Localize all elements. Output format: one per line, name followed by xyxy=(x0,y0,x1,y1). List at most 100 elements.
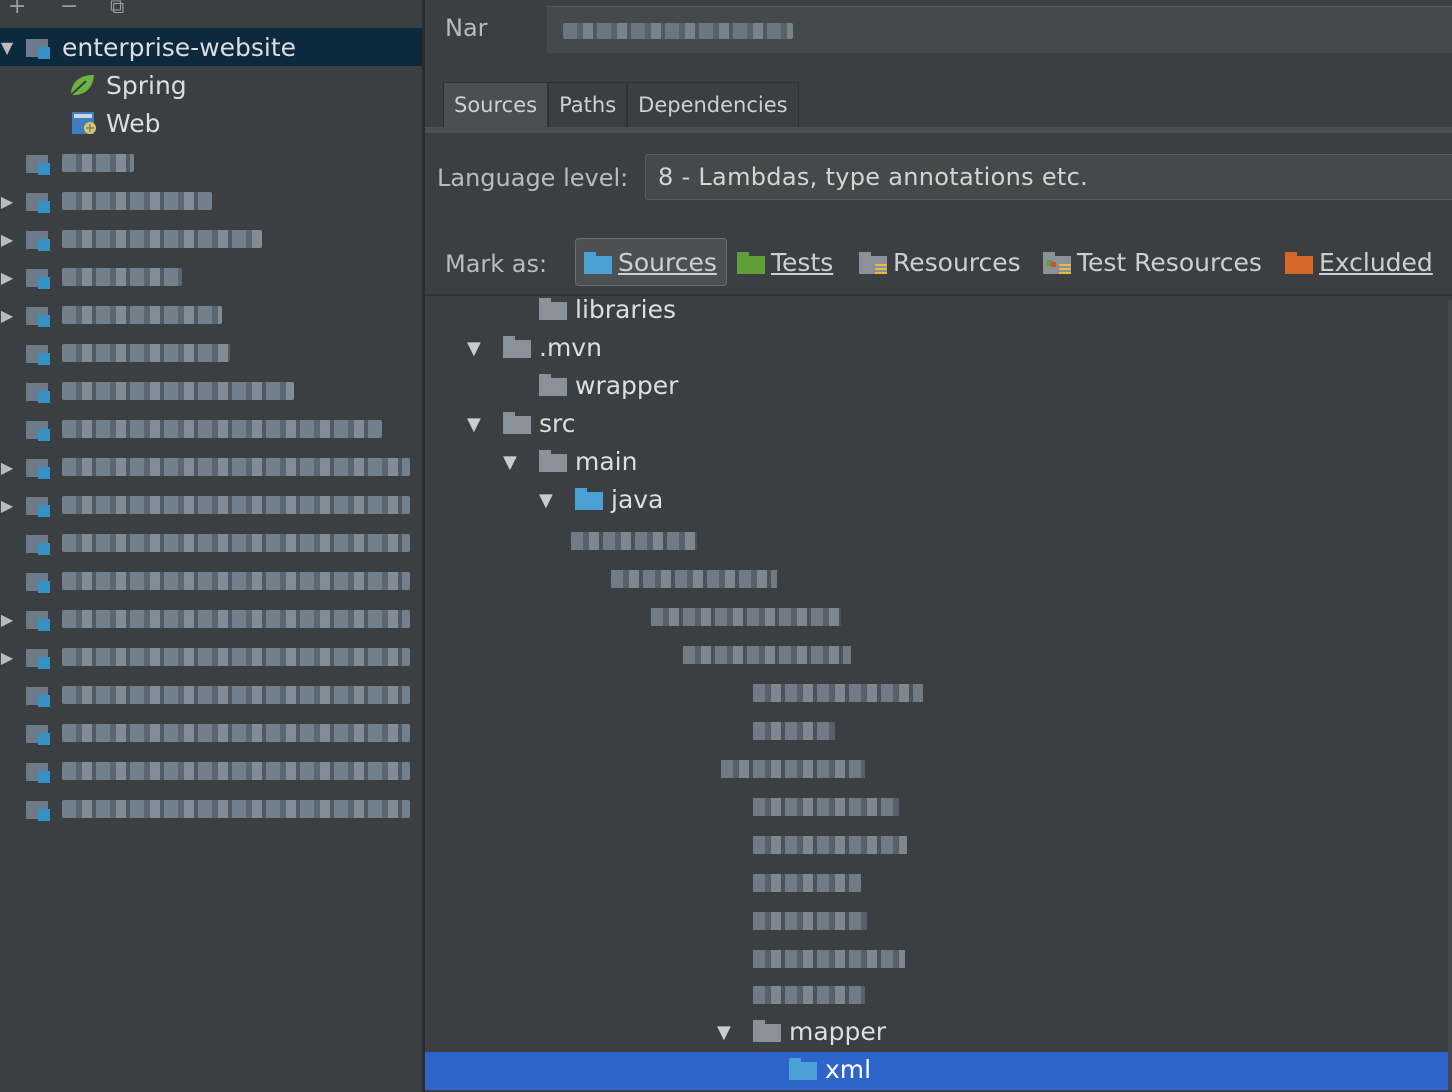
redacted-module-name xyxy=(62,648,410,666)
redacted-package xyxy=(753,874,861,892)
tab-paths[interactable]: Paths xyxy=(548,82,628,128)
mark-test-resources-label: Test Resources xyxy=(1077,247,1262,277)
copy-icon[interactable]: ⧉ xyxy=(110,0,124,18)
tree-row-src[interactable]: ▼ src xyxy=(425,406,1452,444)
facet-row-web[interactable]: Web xyxy=(0,104,422,142)
redacted-package xyxy=(753,836,907,854)
redacted-module-name xyxy=(62,154,134,172)
expand-arrow-icon[interactable]: ▼ xyxy=(467,414,481,435)
expand-arrow-icon[interactable]: ▼ xyxy=(467,338,481,359)
tree-row-java[interactable]: ▼ java xyxy=(425,482,1452,520)
expand-arrow-icon[interactable]: ▶ xyxy=(0,268,22,287)
test-resources-folder-icon xyxy=(1043,251,1071,274)
module-row-redacted[interactable]: ▶ xyxy=(0,600,422,638)
module-icon xyxy=(26,379,52,403)
expand-arrow-icon[interactable]: ▶ xyxy=(0,610,22,629)
module-row-redacted[interactable]: ▶ xyxy=(0,296,422,334)
mark-excluded-button[interactable]: Excluded xyxy=(1285,238,1433,286)
expand-arrow-icon[interactable]: ▶ xyxy=(0,306,22,325)
expand-arrow-icon[interactable]: ▼ xyxy=(717,1022,731,1043)
tab-sources[interactable]: Sources xyxy=(443,82,549,128)
redacted-module-name xyxy=(62,724,410,742)
web-facet-icon xyxy=(70,110,98,136)
redacted-module-name xyxy=(62,230,262,248)
tree-label: wrapper xyxy=(575,371,679,400)
expand-arrow-icon[interactable]: ▶ xyxy=(0,458,22,477)
module-row-redacted[interactable] xyxy=(0,790,422,828)
mark-tests-label: Tests xyxy=(771,247,834,277)
facet-row-spring[interactable]: Spring xyxy=(0,66,422,104)
mark-resources-button[interactable]: Resources xyxy=(859,238,1021,286)
redacted-package xyxy=(721,760,865,778)
tree-label: src xyxy=(539,409,576,438)
mark-sources-label: Sources xyxy=(618,247,717,277)
expand-arrow-icon[interactable]: ▼ xyxy=(539,490,553,511)
folder-icon xyxy=(503,412,531,434)
module-row-redacted[interactable] xyxy=(0,562,422,600)
name-label: Nar xyxy=(445,14,488,42)
tree-row-mapper[interactable]: ▼ mapper xyxy=(425,1014,1452,1052)
module-row-redacted[interactable]: ▶ xyxy=(0,258,422,296)
redacted-module-name xyxy=(62,268,182,286)
module-row-redacted[interactable] xyxy=(0,334,422,372)
expand-arrow-icon[interactable]: ▼ xyxy=(0,38,22,57)
module-row-redacted[interactable]: ▶ xyxy=(0,448,422,486)
module-row-redacted[interactable]: ▶ xyxy=(0,220,422,258)
expand-arrow-icon[interactable]: ▼ xyxy=(503,452,517,473)
mark-test-resources-button[interactable]: Test Resources xyxy=(1043,238,1262,286)
redacted-package xyxy=(651,608,841,626)
module-icon xyxy=(26,189,52,213)
redacted-module-name xyxy=(62,420,382,438)
module-row-redacted[interactable] xyxy=(0,752,422,790)
redacted-module-name xyxy=(62,344,230,362)
language-level-select[interactable]: 8 - Lambdas, type annotations etc. xyxy=(645,154,1452,200)
module-row-redacted[interactable]: ▶ xyxy=(0,486,422,524)
redacted-module-name xyxy=(62,192,212,210)
redacted-package xyxy=(753,912,867,930)
module-icon xyxy=(26,607,52,631)
expand-arrow-icon[interactable]: ▶ xyxy=(0,648,22,667)
language-level-label: Language level: xyxy=(437,164,629,192)
module-settings-panel: Nar Sources Paths Dependencies Language … xyxy=(425,0,1452,1092)
tree-row-libraries[interactable]: libraries xyxy=(425,292,1452,330)
mark-tests-button[interactable]: Tests xyxy=(737,238,833,286)
remove-icon[interactable]: − xyxy=(60,0,78,19)
redacted-package xyxy=(683,646,851,664)
module-icon xyxy=(26,227,52,251)
module-row-redacted[interactable] xyxy=(0,524,422,562)
module-row-redacted[interactable] xyxy=(0,372,422,410)
tree-row-mvn[interactable]: ▼ .mvn xyxy=(425,330,1452,368)
tab-dependencies[interactable]: Dependencies xyxy=(627,82,799,128)
mark-sources-button[interactable]: Sources xyxy=(575,238,727,286)
name-field[interactable] xyxy=(547,6,1452,53)
redacted-package xyxy=(611,570,777,588)
expand-arrow-icon[interactable]: ▶ xyxy=(0,496,22,515)
module-row-redacted[interactable] xyxy=(0,410,422,448)
module-icon xyxy=(26,455,52,479)
tree-row-main[interactable]: ▼ main xyxy=(425,444,1452,482)
redacted-module-name xyxy=(62,800,410,818)
settings-tabs: Sources Paths Dependencies xyxy=(443,82,799,128)
module-icon xyxy=(26,569,52,593)
redacted-module-name xyxy=(62,496,410,514)
tree-label: libraries xyxy=(575,295,676,324)
add-icon[interactable]: + xyxy=(8,0,26,19)
module-row-redacted[interactable] xyxy=(0,676,422,714)
sources-folder-icon xyxy=(584,251,612,274)
module-row-redacted[interactable] xyxy=(0,144,422,182)
expand-arrow-icon[interactable]: ▶ xyxy=(0,230,22,249)
source-folder-icon xyxy=(575,488,603,510)
tree-scrollbar[interactable] xyxy=(1448,300,1452,1090)
mark-excluded-label: Excluded xyxy=(1319,247,1433,277)
module-row-enterprise-website[interactable]: ▼ enterprise-website xyxy=(0,28,422,66)
module-row-redacted[interactable]: ▶ xyxy=(0,182,422,220)
redacted-module-name xyxy=(62,572,410,590)
tree-row-xml[interactable]: xml xyxy=(425,1052,1452,1090)
module-icon xyxy=(26,531,52,555)
module-row-redacted[interactable]: ▶ xyxy=(0,638,422,676)
module-icon xyxy=(26,417,52,441)
tree-label: main xyxy=(575,447,638,476)
module-row-redacted[interactable] xyxy=(0,714,422,752)
expand-arrow-icon[interactable]: ▶ xyxy=(0,192,22,211)
tree-row-wrapper[interactable]: wrapper xyxy=(425,368,1452,406)
